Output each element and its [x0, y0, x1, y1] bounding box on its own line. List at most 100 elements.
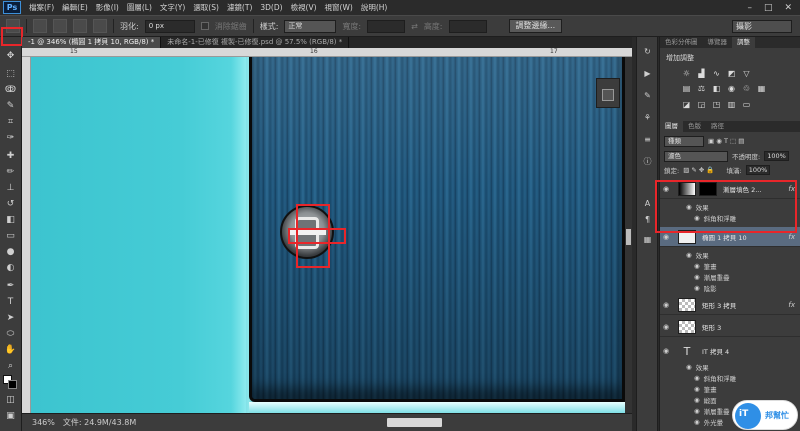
info-icon[interactable]: ⓘ — [640, 155, 655, 168]
scroll-thumb[interactable] — [626, 229, 631, 245]
eye-icon[interactable]: ◉ — [694, 374, 700, 382]
width-input[interactable] — [367, 19, 406, 33]
vibrance-icon[interactable]: ▽ — [742, 69, 751, 78]
photo-filter-icon[interactable]: ◉ — [727, 84, 736, 93]
posterize-icon[interactable]: ◲ — [697, 100, 706, 109]
eye-icon[interactable]: ◉ — [694, 418, 700, 426]
color-balance-icon[interactable]: ⚖ — [697, 84, 706, 93]
history-icon[interactable]: ↻ — [640, 45, 655, 58]
swap-icon[interactable]: ⇄ — [411, 22, 418, 31]
eye-icon[interactable]: ◉ — [694, 396, 700, 404]
zoom-icon[interactable]: ⌕ — [3, 359, 18, 373]
filter-icons[interactable]: ▣ ◉ T ⬚ ▤ — [708, 137, 744, 145]
styles-icon[interactable]: ▦ — [640, 233, 655, 246]
layer-kind-select[interactable]: 種類 — [664, 135, 704, 147]
horizontal-scroll-thumb[interactable] — [387, 418, 442, 427]
blur-icon[interactable]: ● — [3, 245, 18, 259]
new-selection-icon[interactable] — [33, 19, 47, 33]
gradient-icon[interactable]: ▭ — [3, 229, 18, 243]
tab-channels[interactable]: 色版 — [683, 121, 706, 132]
crop-icon[interactable]: ⌗ — [3, 115, 18, 129]
menu-help[interactable]: 說明(H) — [357, 2, 392, 13]
refine-edge-button[interactable]: 調整邊緣... — [508, 19, 563, 33]
rect-marquee-icon[interactable]: ⬚ — [3, 67, 18, 81]
properties-icon[interactable]: ≡ — [640, 133, 655, 146]
exposure-icon[interactable]: ◩ — [727, 69, 736, 78]
menu-view[interactable]: 檢視(V) — [287, 2, 321, 13]
background-color-swatch[interactable] — [8, 380, 17, 389]
selective-color-icon[interactable]: ▥ — [727, 100, 736, 109]
vertical-scrollbar[interactable] — [625, 57, 632, 413]
layer-row[interactable]: ◉ T IT 拷貝 4 — [660, 341, 800, 361]
character-icon[interactable]: A — [640, 197, 655, 210]
lock-icons[interactable]: ▨ ✎ ✥ 🔒 — [683, 166, 714, 174]
color-lookup-icon[interactable]: ▦ — [757, 84, 766, 93]
brightness-icon[interactable]: ☼ — [682, 69, 691, 78]
zoom-level[interactable]: 346% — [32, 418, 55, 427]
lasso-icon[interactable]: ↂ — [3, 83, 18, 97]
feather-input[interactable]: 0 px — [144, 19, 195, 33]
hand-icon[interactable]: ✋ — [3, 343, 18, 357]
menu-window[interactable]: 視窗(W) — [321, 2, 357, 13]
fx-icon[interactable]: fx — [788, 233, 795, 241]
layer-row[interactable]: ◉ 矩形 3 拷貝 fx — [660, 295, 800, 315]
eye-icon[interactable]: ◉ — [694, 407, 700, 415]
menu-3d[interactable]: 3D(D) — [256, 3, 286, 12]
eye-icon[interactable]: ◉ — [694, 284, 700, 292]
tab-navigator[interactable]: 導覽器 — [703, 37, 733, 48]
floating-panel[interactable] — [596, 78, 620, 108]
tab-paths[interactable]: 路徑 — [706, 121, 729, 132]
tab-document-2[interactable]: 未命名-1-已修復 複製-已修復.psd @ 57.5% (RGB/8) * — [161, 37, 350, 48]
brush-icon[interactable]: ✏ — [3, 165, 18, 179]
eye-icon[interactable]: ◉ — [660, 347, 672, 355]
add-selection-icon[interactable] — [53, 19, 67, 33]
eye-icon[interactable]: ◉ — [694, 385, 700, 393]
close-button[interactable]: ✕ — [784, 3, 792, 13]
document-canvas[interactable] — [31, 57, 625, 413]
panel-preview-icon[interactable] — [602, 89, 614, 101]
threshold-icon[interactable]: ◳ — [712, 100, 721, 109]
tab-histogram[interactable]: 色彩分佈圖 — [660, 37, 703, 48]
maximize-button[interactable]: □ — [764, 3, 773, 13]
tab-adjustments[interactable]: 調整 — [732, 37, 755, 48]
menu-filter[interactable]: 濾鏡(T) — [223, 2, 256, 13]
channel-mixer-icon[interactable]: ♲ — [742, 84, 751, 93]
eye-icon[interactable]: ◉ — [694, 262, 700, 270]
eye-icon[interactable]: ◉ — [660, 323, 672, 331]
eye-icon[interactable]: ◉ — [660, 233, 672, 241]
brush-panel-icon[interactable]: ✎ — [640, 89, 655, 102]
shape-icon[interactable]: ⬭ — [3, 327, 18, 341]
height-input[interactable] — [448, 19, 487, 33]
dodge-icon[interactable]: ◐ — [3, 261, 18, 275]
gradient-map-icon[interactable]: ▭ — [742, 100, 751, 109]
quick-select-icon[interactable]: ✎ — [3, 99, 18, 113]
tab-layers[interactable]: 圖層 — [660, 121, 683, 132]
fill-input[interactable]: 100% — [745, 165, 771, 175]
eye-icon[interactable]: ◉ — [686, 251, 692, 259]
menu-select[interactable]: 選取(S) — [189, 2, 223, 13]
invert-icon[interactable]: ◪ — [682, 100, 691, 109]
menu-image[interactable]: 影像(I) — [92, 2, 123, 13]
paragraph-icon[interactable]: ¶ — [640, 213, 655, 226]
eye-icon[interactable]: ◉ — [660, 301, 672, 309]
path-select-icon[interactable]: ➤ — [3, 311, 18, 325]
hue-saturation-icon[interactable]: ▤ — [682, 84, 691, 93]
antialias-checkbox[interactable] — [200, 22, 209, 30]
menu-layer[interactable]: 圖層(L) — [123, 2, 156, 13]
curves-icon[interactable]: ∿ — [712, 69, 721, 78]
menu-type[interactable]: 文字(Y) — [156, 2, 189, 13]
history-brush-icon[interactable]: ↺ — [3, 197, 18, 211]
eyedropper-icon[interactable]: ✑ — [3, 131, 18, 145]
subtract-selection-icon[interactable] — [73, 19, 87, 33]
tab-document-1[interactable]: -1 @ 346% (橢圓 1 拷貝 10, RGB/8) * — [22, 37, 162, 48]
style-select[interactable]: 正常 — [284, 19, 337, 33]
blend-mode-select[interactable]: 濾色 — [664, 150, 728, 162]
clone-source-icon[interactable]: ⚘ — [640, 111, 655, 124]
move-icon[interactable]: ✥ — [3, 49, 18, 63]
black-white-icon[interactable]: ◧ — [712, 84, 721, 93]
healing-brush-icon[interactable]: ✚ — [3, 149, 18, 163]
eye-icon[interactable]: ◉ — [694, 273, 700, 281]
eye-icon[interactable]: ◉ — [686, 363, 692, 371]
levels-icon[interactable]: ▟ — [697, 69, 706, 78]
intersect-selection-icon[interactable] — [93, 19, 107, 33]
